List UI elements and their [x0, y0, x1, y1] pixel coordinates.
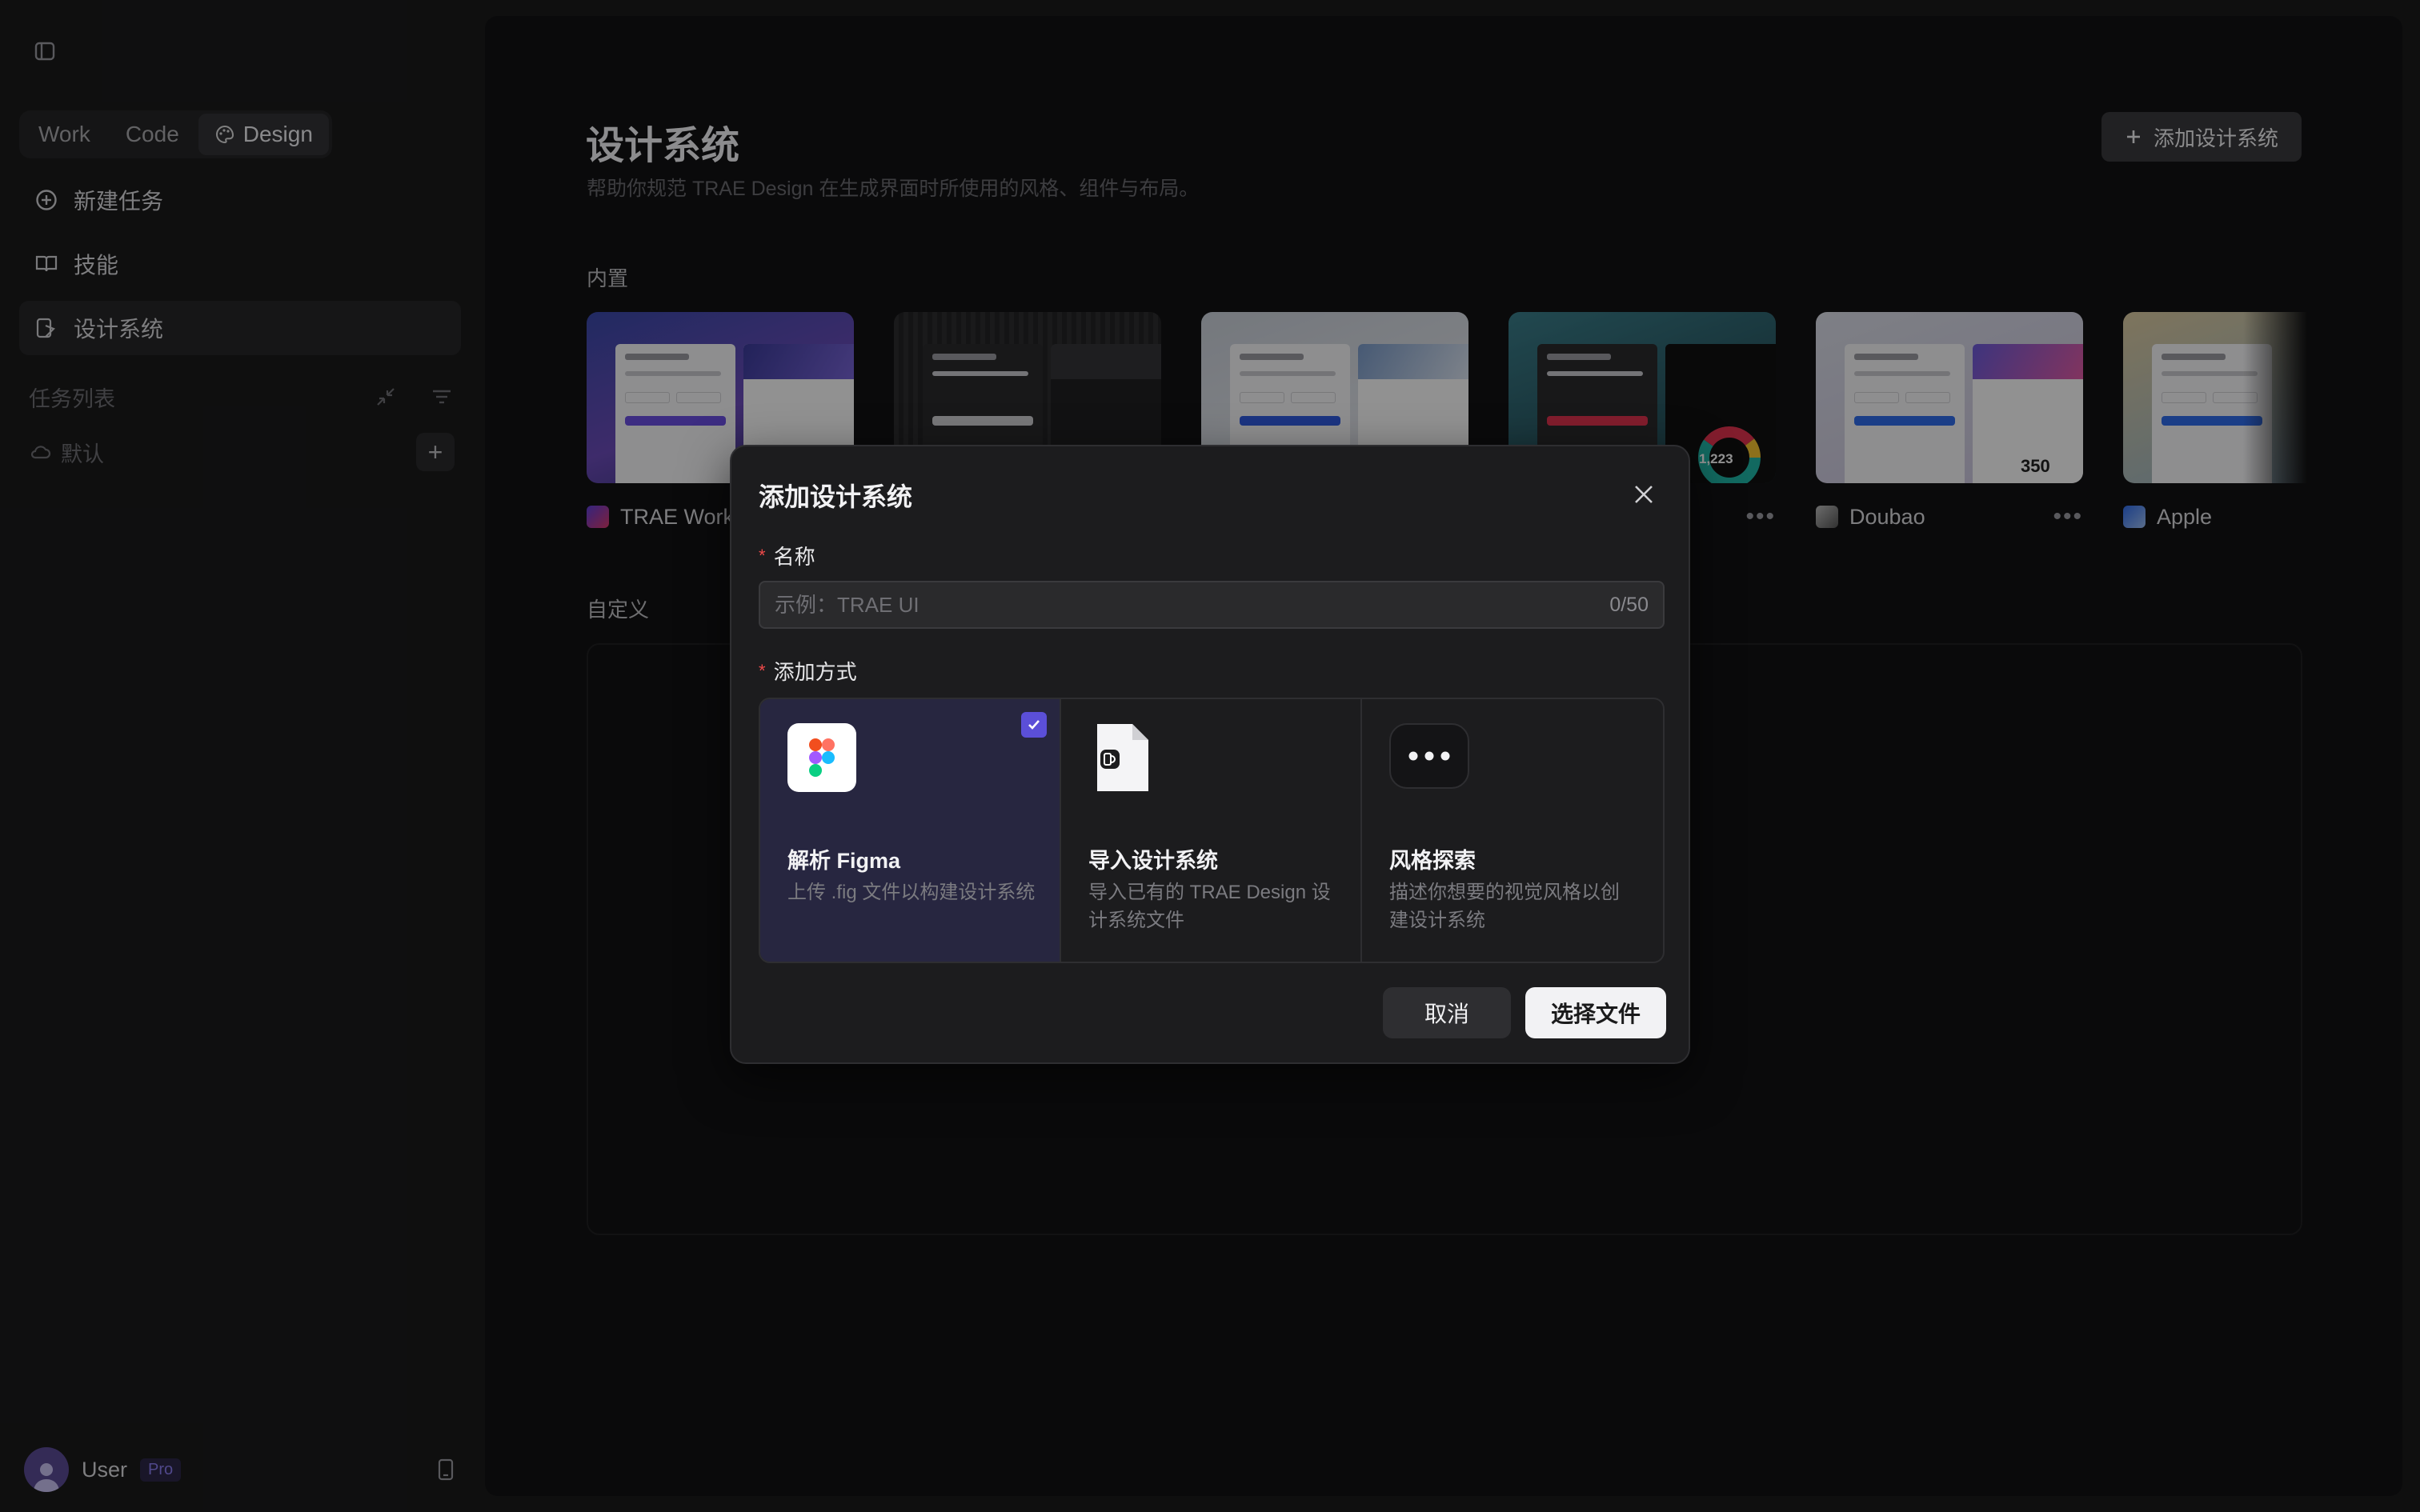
method-title: 导入设计系统	[1088, 849, 1218, 873]
add-design-system-dialog: 添加设计系统 * 名称 0/50 * 添加方式 解析 Figma	[730, 445, 1690, 1064]
char-counter: 0/50	[1609, 593, 1649, 616]
method-description: 导入已有的 TRAE Design 设计系统文件	[1088, 882, 1331, 931]
name-field-label: * 名称	[759, 541, 815, 570]
cancel-button[interactable]: 取消	[1383, 987, 1511, 1038]
choose-file-button[interactable]: 选择文件	[1525, 987, 1666, 1038]
selected-check-icon	[1021, 712, 1047, 738]
method-option-figma[interactable]: 解析 Figma 上传 .fig 文件以构建设计系统	[760, 699, 1061, 962]
name-label-text: 名称	[773, 545, 815, 569]
method-option-import[interactable]: 导入设计系统 导入已有的 TRAE Design 设计系统文件	[1061, 699, 1362, 962]
close-icon[interactable]	[1629, 480, 1658, 509]
chat-bubble-icon	[1389, 723, 1469, 789]
required-marker: *	[759, 660, 766, 681]
method-label-text: 添加方式	[773, 660, 857, 684]
add-method-options: 解析 Figma 上传 .fig 文件以构建设计系统 导入设计系统 导入已有的 …	[759, 698, 1665, 963]
document-import-icon	[1088, 723, 1157, 792]
method-title: 解析 Figma	[787, 849, 901, 873]
dialog-title: 添加设计系统	[759, 482, 913, 511]
required-marker: *	[759, 545, 766, 566]
app-window: Work Code Design 新建任务 技能 设计系统 任务列表 默认 + …	[0, 0, 2420, 1512]
method-description: 上传 .fig 文件以构建设计系统	[787, 882, 1036, 903]
figma-icon	[787, 723, 856, 792]
method-title: 风格探索	[1389, 849, 1476, 873]
method-description: 描述你想要的视觉风格以创建设计系统	[1389, 882, 1620, 931]
method-field-label: * 添加方式	[759, 656, 857, 686]
name-input-wrapper: 0/50	[759, 581, 1665, 629]
name-input[interactable]	[775, 592, 1495, 618]
method-option-style-explore[interactable]: 风格探索 描述你想要的视觉风格以创建设计系统	[1362, 699, 1663, 962]
